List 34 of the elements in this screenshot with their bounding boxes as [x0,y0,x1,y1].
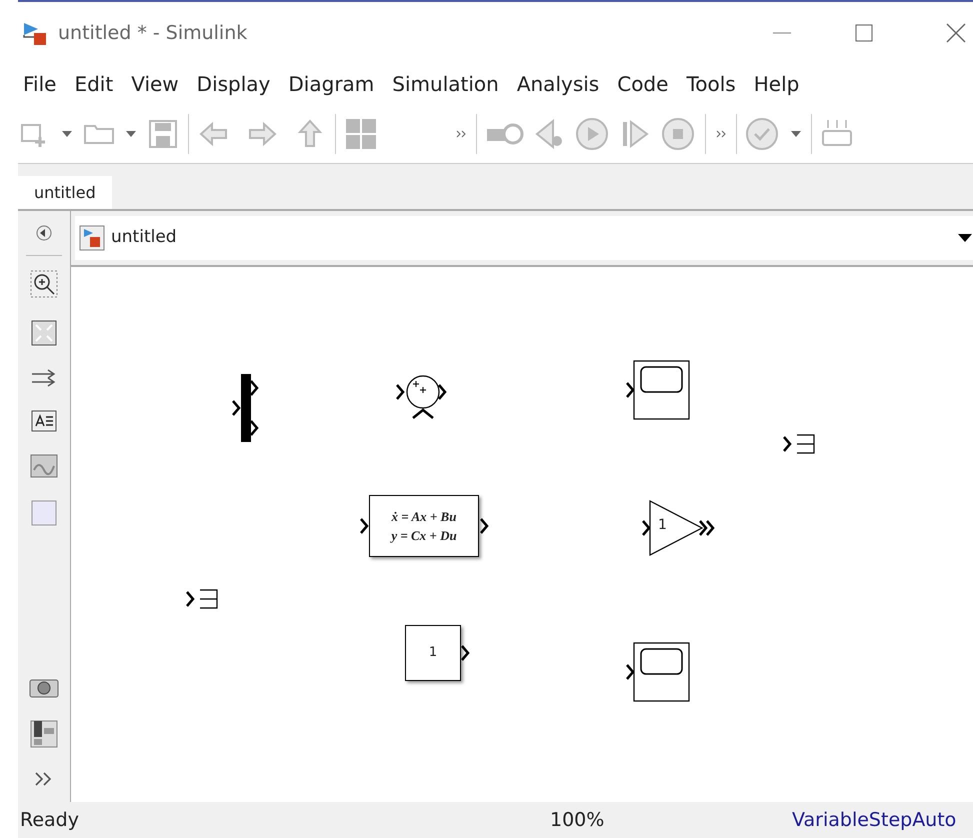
status-text: Ready [20,808,80,833]
annotation-icon[interactable] [31,410,57,432]
image-icon[interactable] [30,454,58,478]
menu-item[interactable]: File [20,69,60,99]
equation-text: ẋ = Ax + Bu [392,508,456,526]
menu-item[interactable]: View [128,69,182,99]
maximize-icon[interactable] [853,22,875,44]
fit-to-view-icon[interactable] [31,320,57,346]
menu-item[interactable]: Diagram [285,69,378,99]
model-tab[interactable]: untitled [18,176,112,209]
output-port-icon [479,517,489,535]
zoom-level: 100% [550,808,606,833]
dropdown-icon[interactable] [957,232,973,244]
equation-text: y = Cx + Du [391,527,457,545]
property-inspector-icon[interactable] [30,720,58,748]
menu-item[interactable]: Analysis [514,69,602,99]
menu-item[interactable]: Code [614,69,672,99]
back-icon[interactable] [36,225,52,241]
menu-item[interactable]: Tools [683,69,739,99]
zoom-icon[interactable] [30,270,58,298]
input-port-icon [359,517,369,535]
close-icon[interactable] [945,22,967,44]
address-bar[interactable]: untitled [75,216,973,260]
menu-item[interactable]: Edit [71,69,116,99]
window-title: untitled * - Simulink [58,20,248,46]
solver-link[interactable]: VariableStepAuto [792,806,956,834]
menu-item[interactable]: Display [194,69,274,99]
output-port-icon [461,644,471,662]
menu-item[interactable]: Help [750,69,802,99]
check-icon[interactable] [745,116,781,150]
model-path: untitled [111,226,177,250]
model-icon [79,225,105,251]
menu-item[interactable]: Simulation [389,69,502,99]
arrows-icon[interactable] [30,368,58,388]
